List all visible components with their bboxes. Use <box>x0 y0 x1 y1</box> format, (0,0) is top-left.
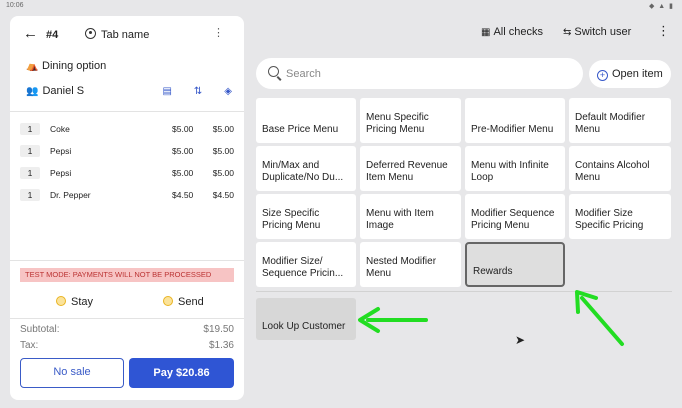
main-menu-kebab-icon[interactable]: ⋮ <box>657 24 670 38</box>
annotation-arrow-group <box>358 290 624 346</box>
switch-user-button[interactable]: ⇆ Switch user <box>563 26 631 38</box>
item-name: Pepsi <box>50 146 72 156</box>
order-panel: ← #4 Tab name ⋮ ⛺ Dining option 👥 Daniel S… <box>10 16 244 400</box>
open-item-label: Open item <box>612 68 663 80</box>
send-label: Send <box>178 296 204 308</box>
menu-tile[interactable]: Menu with Item Image <box>360 194 461 239</box>
menu-tile[interactable]: Modifier Size Specific Pricing <box>569 194 671 239</box>
swap-icon: ⇆ <box>563 27 572 38</box>
menu-tile[interactable]: Default Modifier Menu <box>569 98 671 143</box>
order-item-row[interactable]: 1 Dr. Pepper $4.50 $4.50 <box>20 186 234 208</box>
menu-tile[interactable]: Menu with Infinite Loop <box>465 146 565 191</box>
item-price: $4.50 <box>172 190 194 200</box>
person-icon <box>85 28 96 39</box>
stay-label: Stay <box>71 296 94 308</box>
item-qty: 1 <box>20 189 40 201</box>
arrow-to-customer-head <box>358 307 380 333</box>
menu-tile[interactable]: Modifier Size/ Sequence Pricin... <box>256 242 356 287</box>
menu-tile[interactable]: Min/Max and Duplicate/No Du... <box>256 146 356 191</box>
no-sale-button[interactable]: No sale <box>20 358 124 388</box>
search-icon <box>268 66 279 77</box>
rewards-tile[interactable]: Rewards <box>465 242 565 287</box>
status-bar: 10:06 ◆ ▲ ▮ <box>0 0 682 14</box>
order-item-row[interactable]: 1 Coke $5.00 $5.00 <box>20 120 234 142</box>
receipt-icon[interactable]: ▤ <box>162 86 171 97</box>
order-item-row[interactable]: 1 Pepsi $5.00 $5.00 <box>20 164 234 186</box>
order-menu-kebab-icon[interactable]: ⋮ <box>213 27 224 39</box>
item-name: Dr. Pepper <box>50 190 91 200</box>
item-total: $5.00 <box>212 146 234 156</box>
open-item-button[interactable]: + Open item <box>589 60 671 88</box>
look-up-customer-button[interactable]: Look Up Customer <box>256 298 356 340</box>
check-number: #4 <box>46 29 59 41</box>
item-name: Pepsi <box>50 168 72 178</box>
item-total: $5.00 <box>212 124 234 134</box>
divider <box>10 318 244 319</box>
arrow-to-rewards-shaft <box>580 296 624 346</box>
order-item-row[interactable]: 1 Pepsi $5.00 $5.00 <box>20 142 234 164</box>
pay-button[interactable]: Pay $20.86 <box>129 358 234 388</box>
mouse-cursor-icon: ➤ <box>515 333 526 347</box>
status-time: 10:06 <box>6 2 24 9</box>
dining-icon: ⛺ <box>26 61 39 72</box>
all-checks-button[interactable]: ▦ All checks <box>481 26 543 38</box>
checks-icon: ▦ <box>481 27 491 38</box>
guest-row: 👥 Daniel S ▤ ⇅ ◈ <box>26 85 232 101</box>
subtotal-value: $19.50 <box>203 324 234 335</box>
tax-value: $1.36 <box>208 340 234 351</box>
subtotal-row: Subtotal: $19.50 <box>20 324 234 335</box>
item-total: $5.00 <box>212 168 234 178</box>
divider <box>10 111 244 112</box>
arrow-to-rewards-head <box>575 290 598 314</box>
discount-tag-icon[interactable]: ◈ <box>224 86 232 97</box>
item-total: $4.50 <box>212 190 234 200</box>
search-bar[interactable] <box>256 58 583 89</box>
menu-tile[interactable]: Base Price Menu <box>256 98 356 143</box>
menu-tile[interactable]: Menu Specific Pricing Menu <box>360 98 461 143</box>
item-qty: 1 <box>20 167 40 179</box>
tax-label: Tax: <box>20 340 39 351</box>
back-arrow-icon[interactable]: ← <box>23 26 38 42</box>
send-dot-icon <box>163 296 173 306</box>
divider <box>10 260 244 261</box>
tax-row: Tax: $1.36 <box>20 340 234 351</box>
item-price: $5.00 <box>172 124 194 134</box>
menu-tile[interactable]: Pre-Modifier Menu <box>465 98 565 143</box>
subtotal-label: Subtotal: <box>20 324 60 335</box>
tab-name[interactable]: Tab name <box>101 29 149 41</box>
stay-dot-icon <box>56 296 66 306</box>
dining-option-label: Dining option <box>42 60 107 72</box>
system-icons: ◆ ▲ ▮ <box>648 3 674 10</box>
guest-icon: 👥 <box>26 86 39 97</box>
menu-tile[interactable]: Deferred Revenue Item Menu <box>360 146 461 191</box>
menu-tile[interactable]: Contains Alcohol Menu <box>569 146 671 191</box>
switch-user-label: Switch user <box>574 26 632 38</box>
menu-tile[interactable]: Nested Modifier Menu <box>360 242 461 287</box>
order-header: ← #4 Tab name ⋮ <box>10 16 244 54</box>
guest-name[interactable]: Daniel S <box>42 85 84 97</box>
test-mode-banner: TEST MODE: PAYMENTS WILL NOT BE PROCESSE… <box>20 268 234 282</box>
menu-tile[interactable]: Size Specific Pricing Menu <box>256 194 356 239</box>
search-input[interactable] <box>286 64 566 83</box>
plus-circle-icon: + <box>597 70 608 81</box>
item-price: $5.00 <box>172 168 194 178</box>
item-price: $5.00 <box>172 146 194 156</box>
divider <box>256 291 672 292</box>
item-qty: 1 <box>20 145 40 157</box>
all-checks-label: All checks <box>493 26 543 38</box>
order-items: 1 Coke $5.00 $5.00 1 Pepsi $5.00 $5.00 1… <box>20 120 234 208</box>
split-icon[interactable]: ⇅ <box>194 86 202 97</box>
dining-option-button[interactable]: ⛺ Dining option <box>26 60 106 72</box>
item-name: Coke <box>50 124 70 134</box>
stay-button[interactable]: Stay <box>56 296 93 308</box>
send-button[interactable]: Send <box>163 296 204 308</box>
menu-tile[interactable]: Modifier Sequence Pricing Menu <box>465 194 565 239</box>
item-qty: 1 <box>20 123 40 135</box>
